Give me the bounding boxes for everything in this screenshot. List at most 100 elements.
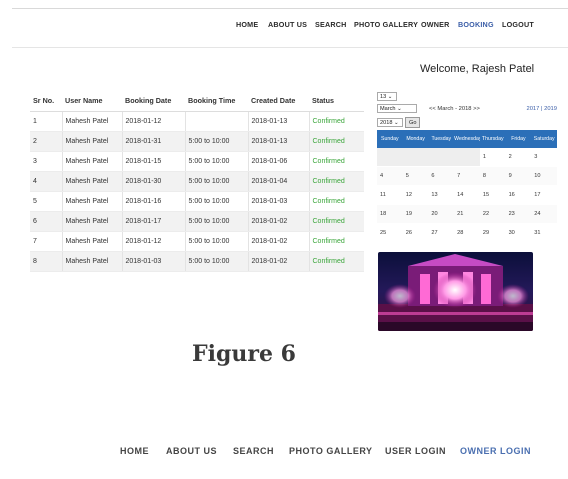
calendar-day[interactable]: 4 bbox=[377, 167, 403, 186]
calendar-day[interactable]: 25 bbox=[377, 224, 403, 243]
calendar-day[interactable]: 26 bbox=[402, 224, 429, 243]
calendar-day[interactable]: 14 bbox=[454, 186, 480, 205]
bottom-nav-user-login[interactable]: USER LOGIN bbox=[385, 446, 446, 456]
bottom-nav-photo-gallery[interactable]: PHOTO GALLERY bbox=[289, 446, 373, 456]
table-row: 5 Mahesh Patel 2018-01-16 5:00 to 10:00 2018… bbox=[30, 191, 364, 212]
nav-photo-gallery[interactable]: PHOTO GALLERY bbox=[354, 20, 418, 29]
calendar-month-title[interactable]: << March - 2018 >> bbox=[429, 106, 480, 112]
calendar-day[interactable]: 10 bbox=[531, 167, 557, 186]
nav-about-us[interactable]: ABOUT US bbox=[268, 20, 307, 29]
nav-search[interactable]: SEARCH bbox=[315, 20, 347, 29]
calendar-day[interactable]: 12 bbox=[402, 186, 429, 205]
cell-booking-date: 2018-01-12 bbox=[121, 111, 185, 132]
cell-booking-time: 5:00 to 10:00 bbox=[184, 131, 248, 152]
weekday-sunday: Sunday bbox=[381, 136, 399, 142]
bottom-nav-search[interactable]: SEARCH bbox=[233, 446, 274, 456]
table-header-row: Sr No. User Name Booking Date Booking Ti… bbox=[30, 89, 364, 112]
calendar-weekday-header: Sunday Monday Tuesday Wednesday Thursday… bbox=[377, 130, 557, 148]
calendar-day[interactable]: 21 bbox=[454, 205, 480, 224]
cell-booking-date: 2018-01-12 bbox=[121, 231, 185, 252]
nav-logout[interactable]: LOGOUT bbox=[502, 20, 534, 29]
calendar-day[interactable]: 20 bbox=[428, 205, 455, 224]
cell-created-date: 2018-01-13 bbox=[247, 131, 309, 152]
calendar-day[interactable]: 1 bbox=[479, 148, 506, 167]
cell-created-date: 2018-01-02 bbox=[247, 251, 309, 272]
calendar-day[interactable]: 17 bbox=[531, 186, 557, 205]
calendar-day[interactable]: 24 bbox=[531, 205, 557, 224]
calendar-day[interactable]: 27 bbox=[428, 224, 455, 243]
bottom-nav-about-us[interactable]: ABOUT US bbox=[166, 446, 217, 456]
calendar-day[interactable]: 15 bbox=[479, 186, 506, 205]
table-row: 8 Mahesh Patel 2018-01-03 5:00 to 10:00 2018… bbox=[30, 251, 364, 272]
cell-created-date: 2018-01-04 bbox=[247, 171, 309, 192]
day-select-value: 13 bbox=[380, 94, 387, 100]
calendar-day[interactable]: 31 bbox=[531, 224, 557, 243]
table-row: 1 Mahesh Patel 2018-01-12 2018-01-13 Confirm… bbox=[30, 111, 364, 132]
table-row: 6 Mahesh Patel 2018-01-17 5:00 to 10:00 2018… bbox=[30, 211, 364, 232]
bottom-nav-owner-login[interactable]: OWNER LOGIN bbox=[460, 446, 531, 456]
calendar-widget: 13 ⌄ March ⌄ 2018 ⌄ Go << March - 2018 >… bbox=[377, 90, 557, 243]
calendar-day[interactable]: 2 bbox=[505, 148, 532, 167]
weekday-saturday: Saturday bbox=[533, 136, 555, 142]
cell-sr-no: 8 bbox=[30, 251, 62, 272]
calendar-day[interactable]: 13 bbox=[428, 186, 455, 205]
calendar-empty-cell bbox=[377, 148, 403, 167]
calendar-day[interactable]: 23 bbox=[505, 205, 532, 224]
nav-bottom-divider bbox=[12, 47, 568, 48]
cell-user-name: Mahesh Patel bbox=[61, 131, 122, 152]
cell-user-name: Mahesh Patel bbox=[61, 251, 122, 272]
weekday-monday: Monday bbox=[406, 136, 425, 142]
nav-booking[interactable]: BOOKING bbox=[458, 20, 494, 29]
calendar-day[interactable]: 3 bbox=[531, 148, 557, 167]
calendar-day[interactable]: 30 bbox=[505, 224, 532, 243]
calendar-day[interactable]: 8 bbox=[479, 167, 506, 186]
calendar-day[interactable]: 18 bbox=[377, 205, 403, 224]
month-select[interactable]: March ⌄ bbox=[377, 104, 417, 113]
calendar-day[interactable]: 6 bbox=[428, 167, 455, 186]
cell-status: Confirmed bbox=[308, 251, 364, 272]
cell-sr-no: 7 bbox=[30, 231, 62, 252]
cell-created-date: 2018-01-06 bbox=[247, 151, 309, 172]
year-select[interactable]: 2018 ⌄ bbox=[377, 118, 403, 127]
month-select-value: March bbox=[380, 106, 396, 112]
cell-status: Confirmed bbox=[308, 131, 364, 152]
cell-sr-no: 1 bbox=[30, 111, 62, 132]
calendar-empty-cell bbox=[402, 148, 429, 167]
calendar-empty-cell bbox=[428, 148, 455, 167]
table-row: 2 Mahesh Patel 2018-01-31 5:00 to 10:00 2018… bbox=[30, 131, 364, 152]
day-select[interactable]: 13 ⌄ bbox=[377, 92, 397, 101]
cell-user-name: Mahesh Patel bbox=[61, 231, 122, 252]
cell-booking-time: 5:00 to 10:00 bbox=[184, 231, 248, 252]
table-row: 4 Mahesh Patel 2018-01-30 5:00 to 10:00 2018… bbox=[30, 171, 364, 192]
cell-sr-no: 3 bbox=[30, 151, 62, 172]
calendar-day[interactable]: 19 bbox=[402, 205, 429, 224]
calendar-day[interactable]: 28 bbox=[454, 224, 480, 243]
go-button[interactable]: Go bbox=[405, 117, 421, 128]
year-select-value: 2018 bbox=[380, 120, 393, 126]
cell-user-name: Mahesh Patel bbox=[61, 191, 122, 212]
calendar-year-links[interactable]: 2017 | 2019 bbox=[526, 106, 557, 112]
figure-caption: Figure 6 bbox=[192, 341, 296, 367]
bottom-nav-home[interactable]: HOME bbox=[120, 446, 149, 456]
nav-owner[interactable]: OWNER bbox=[421, 20, 450, 29]
col-created-date: Created Date bbox=[248, 89, 309, 112]
calendar-day[interactable]: 9 bbox=[505, 167, 532, 186]
calendar-controls: 13 ⌄ March ⌄ 2018 ⌄ Go << March - 2018 >… bbox=[377, 90, 557, 130]
col-sr-no: Sr No. bbox=[30, 89, 62, 112]
calendar-day[interactable]: 29 bbox=[479, 224, 506, 243]
cell-booking-time bbox=[184, 111, 248, 132]
cell-created-date: 2018-01-03 bbox=[247, 191, 309, 212]
cell-booking-date: 2018-01-15 bbox=[121, 151, 185, 172]
calendar-day[interactable]: 5 bbox=[402, 167, 429, 186]
calendar-day[interactable]: 11 bbox=[377, 186, 403, 205]
cell-booking-date: 2018-01-03 bbox=[121, 251, 185, 272]
calendar-day[interactable]: 22 bbox=[479, 205, 506, 224]
cell-sr-no: 5 bbox=[30, 191, 62, 212]
col-booking-time: Booking Time bbox=[185, 89, 248, 112]
calendar-day[interactable]: 16 bbox=[505, 186, 532, 205]
calendar-day[interactable]: 7 bbox=[454, 167, 480, 186]
cell-booking-date: 2018-01-16 bbox=[121, 191, 185, 212]
calendar-day-grid: 1 2 3 4 5 6 7 8 9 10 11 12 13 14 15 16 17 18 19 20 21 22 23 24 2… bbox=[377, 148, 557, 243]
nav-home[interactable]: HOME bbox=[236, 20, 258, 29]
bottom-navigation: HOME ABOUT US SEARCH PHOTO GALLERY USER … bbox=[0, 446, 568, 460]
